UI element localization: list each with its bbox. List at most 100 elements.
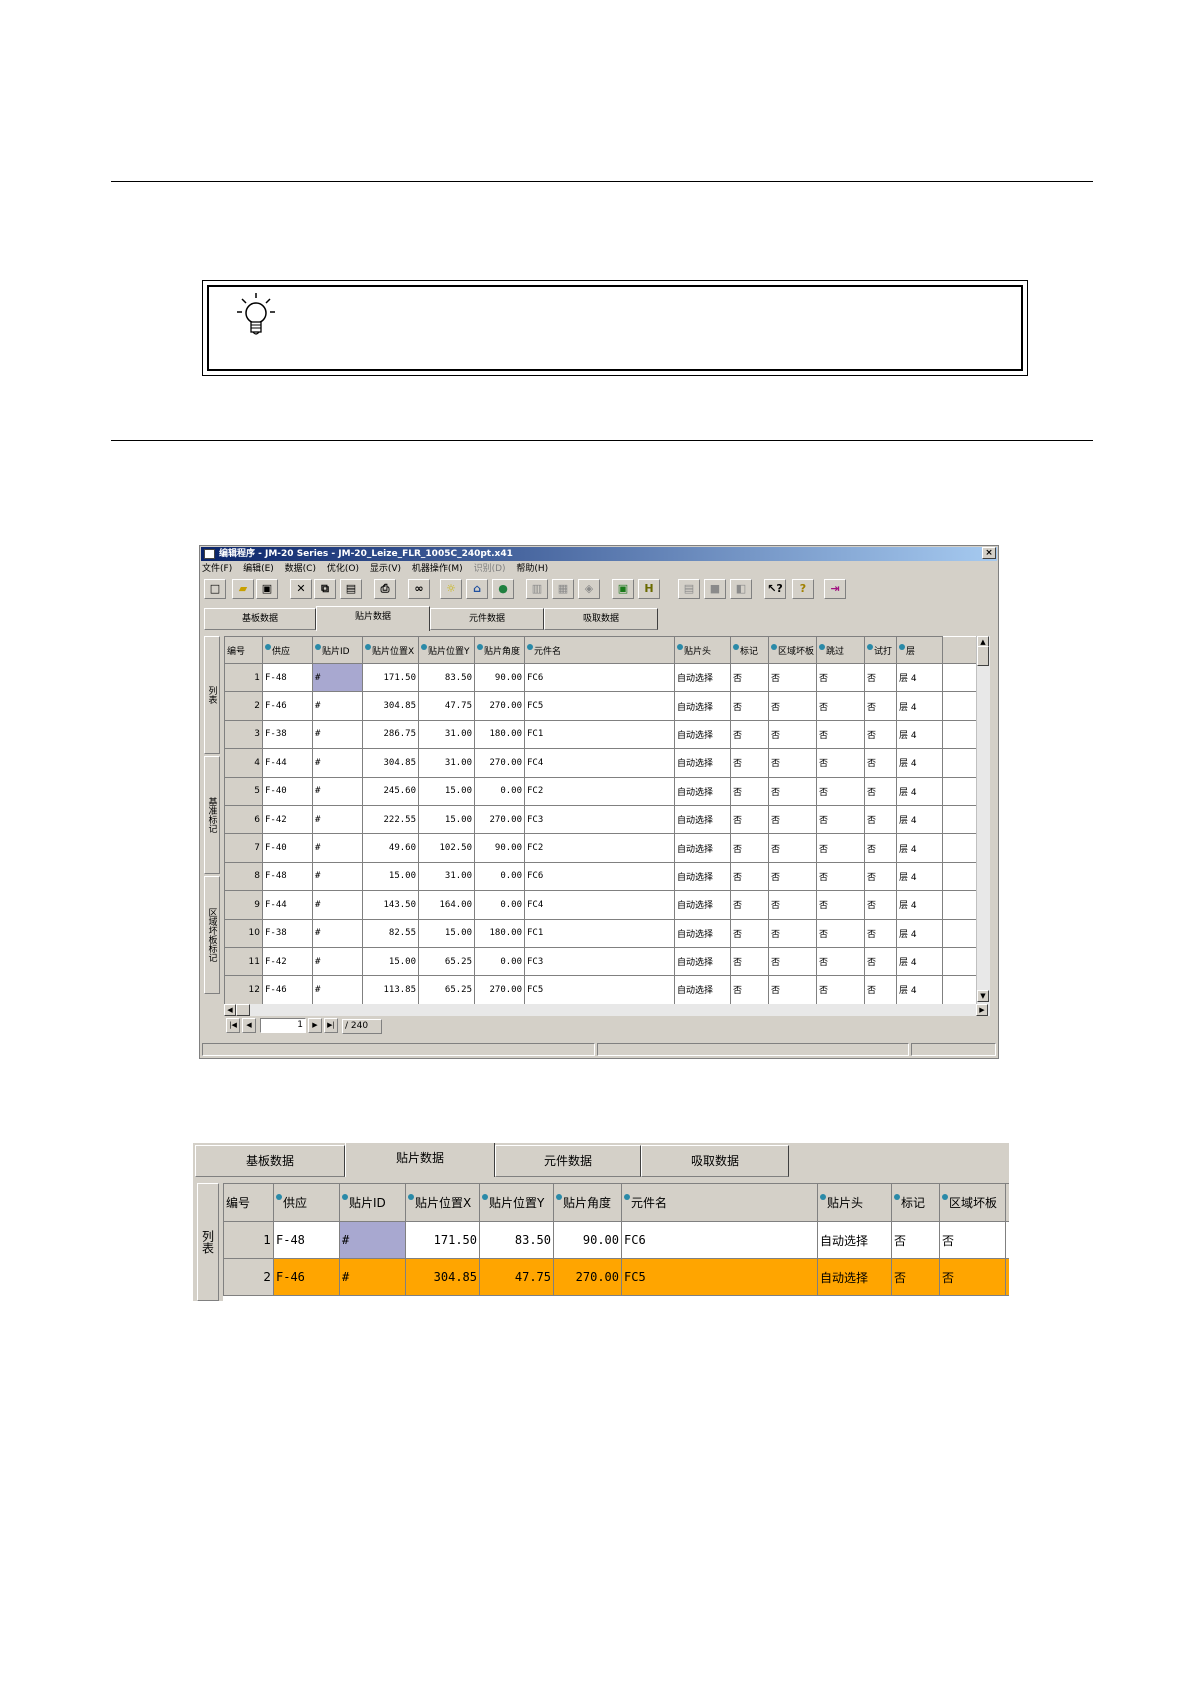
menu-data[interactable]: 数据(C) [285,562,316,576]
cell-mark[interactable]: 否 [730,719,769,750]
zoom-tab-part-data[interactable]: 元件数据 [495,1145,641,1177]
tab-pick-data[interactable]: 吸取数据 [544,608,658,630]
cell-y[interactable]: 15.00 [418,804,475,835]
cell-bad[interactable]: 否 [768,890,817,920]
cell-x[interactable]: 15.00 [362,861,419,892]
cell-part[interactable]: FC5 [621,1258,818,1296]
cell-skip[interactable]: 否 [816,946,865,977]
cell-id[interactable]: # [312,662,363,693]
cell-layer[interactable]: 层 4 [896,946,943,977]
cell-trial[interactable]: 否 [864,804,897,835]
col-angle[interactable]: 贴片角度 [474,636,525,664]
cell-part[interactable]: FC6 [524,861,675,892]
cell-bad[interactable]: 否 [768,833,817,863]
cell-x[interactable]: 245.60 [362,776,419,806]
cell-layer[interactable]: 层 4 [896,975,943,1004]
cell-no[interactable]: 2 [223,1258,274,1296]
cell-no[interactable]: 1 [224,662,263,693]
cell-id[interactable]: # [312,890,363,920]
col-part[interactable]: 元件名 [524,636,675,664]
table-row[interactable]: 4 F-44 #304.85 31.00 270.00 FC4 自动选择否否否否层 4 [224,748,976,778]
col-bad[interactable]: 区域坏板 [768,636,817,664]
context-help-icon[interactable]: ↖? [764,579,786,599]
square-icon[interactable]: ■ [704,579,726,599]
cell-head[interactable]: 自动选择 [674,804,731,835]
zoom-col-head[interactable]: 贴片头 [817,1183,892,1222]
cell-x[interactable]: 304.85 [362,691,419,721]
cell-x[interactable]: 49.60 [362,833,419,863]
tab-placement-data[interactable]: 贴片数据 [316,606,430,631]
side-tab-fiducial[interactable]: 基准标记 [204,756,220,874]
help-icon[interactable]: ? [792,579,814,599]
col-mark[interactable]: 标记 [730,636,769,664]
cell-head[interactable]: 自动选择 [674,833,731,863]
cell-part[interactable]: FC1 [524,918,675,948]
cell-head[interactable]: 自动选择 [674,861,731,892]
height-icon[interactable]: H [638,579,660,599]
cell-trial[interactable]: 否 [864,861,897,892]
copy-icon[interactable]: ⧉ [314,579,336,599]
tab-board-data[interactable]: 基板数据 [204,608,316,630]
table-row[interactable]: 2 F-46 #304.85 47.75 270.00 FC5 自动选择否否否否层 4 [224,691,976,721]
cell-x[interactable]: 171.50 [362,662,419,693]
feeder-icon[interactable]: ▦ [552,579,574,599]
cell-layer[interactable]: 层 4 [896,748,943,778]
cell-x[interactable]: 15.00 [362,946,419,977]
cell-feeder[interactable]: F-40 [262,833,313,863]
cell-no[interactable]: 9 [224,890,263,920]
col-layer[interactable]: 层 [896,636,943,664]
find-icon[interactable]: ∞ [408,579,430,599]
table-row[interactable]: 2 F-46 #304.85 47.75 270.00 FC5 自动选择否否 [223,1258,1009,1296]
cell-trial[interactable]: 否 [864,776,897,806]
cell-part[interactable]: FC3 [524,804,675,835]
cell-angle[interactable]: 270.00 [474,748,525,778]
cell-head[interactable]: 自动选择 [817,1221,892,1259]
cell-mark[interactable]: 否 [730,861,769,892]
close-button[interactable]: × [982,547,996,559]
cell-mark[interactable]: 否 [730,776,769,806]
cell-layer[interactable]: 层 4 [896,719,943,750]
cell-head[interactable]: 自动选择 [674,776,731,806]
cell-feeder[interactable]: F-42 [262,946,313,977]
cell-feeder[interactable]: F-38 [262,918,313,948]
col-no[interactable]: 编号 [224,636,263,664]
cell-trial[interactable]: 否 [864,833,897,863]
table-row[interactable]: 9 F-44 #143.50 164.00 0.00 FC4 自动选择否否否否层 4 [224,890,976,920]
cell-bad[interactable]: 否 [768,748,817,778]
cell-trial[interactable]: 否 [864,691,897,721]
cell-bad[interactable]: 否 [768,691,817,721]
table-row[interactable]: 12 F-46 #113.85 65.25 270.00 FC5 自动选择否否否否层 4 [224,975,976,1004]
cell-skip[interactable]: 否 [816,804,865,835]
cell-y[interactable]: 15.00 [418,776,475,806]
side-tab-list[interactable]: 列表 [204,636,220,754]
col-x[interactable]: 贴片位置X [362,636,419,664]
cell-feeder[interactable]: F-48 [273,1221,340,1259]
cell-feeder[interactable]: F-44 [262,748,313,778]
cell-no[interactable]: 7 [224,833,263,863]
cell-no[interactable]: 12 [224,975,263,1004]
cell-trial[interactable]: 否 [864,890,897,920]
cell-skip[interactable]: 否 [816,861,865,892]
cell-layer[interactable]: 层 4 [896,861,943,892]
image-icon[interactable]: ▥ [526,579,548,599]
cell-x[interactable]: 304.85 [362,748,419,778]
cell-angle[interactable]: 90.00 [474,662,525,693]
table-row[interactable]: 1 F-48 #171.50 83.50 90.00 FC6 自动选择否否否否层 4 [224,662,976,693]
cell-id[interactable]: # [312,719,363,750]
cell-feeder[interactable]: F-46 [262,975,313,1004]
cell-bad[interactable]: 否 [768,861,817,892]
cell-head[interactable]: 自动选择 [674,918,731,948]
cell-layer[interactable]: 层 4 [896,918,943,948]
cell-angle[interactable]: 0.00 [474,890,525,920]
cell-mark[interactable]: 否 [891,1221,940,1259]
menu-edit[interactable]: 编辑(E) [243,562,274,576]
cell-layer[interactable]: 层 4 [896,890,943,920]
cell-angle[interactable]: 90.00 [553,1221,622,1259]
cell-bad[interactable]: 否 [768,662,817,693]
cell-y[interactable]: 164.00 [418,890,475,920]
light-icon[interactable]: ☼ [440,579,462,599]
scroll-down-icon[interactable]: ▼ [977,990,989,1002]
cell-no[interactable]: 1 [223,1221,274,1259]
scroll-left-icon[interactable]: ◀ [224,1004,236,1016]
table-row[interactable]: 11 F-42 #15.00 65.25 0.00 FC3 自动选择否否否否层 4 [224,946,976,977]
